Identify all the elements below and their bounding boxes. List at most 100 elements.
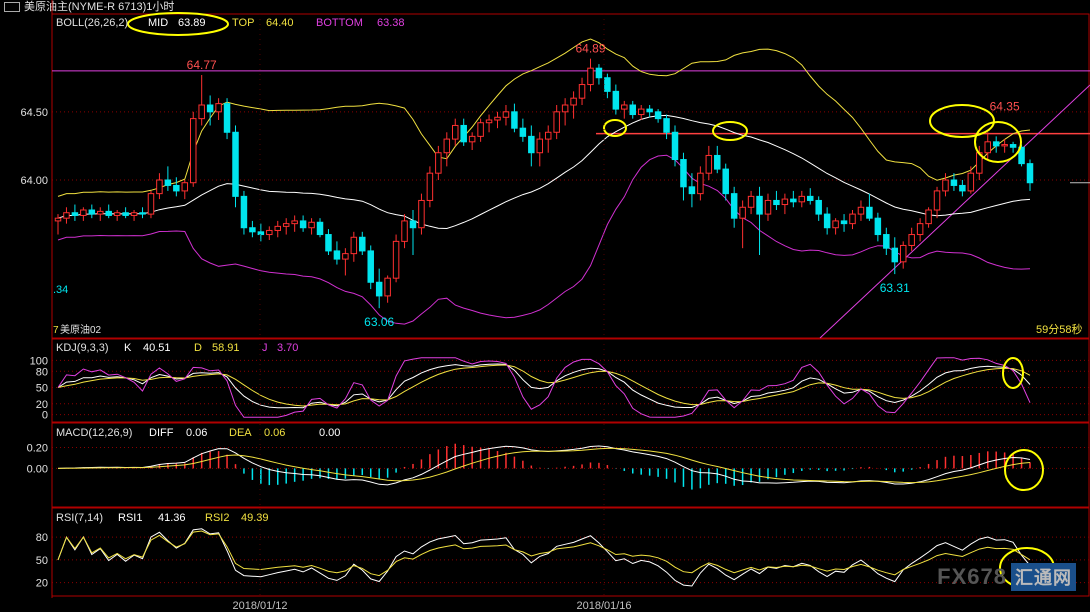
candle-down — [959, 184, 966, 192]
candle-down — [663, 118, 670, 133]
boll-mid-value: 63.89 — [178, 17, 206, 29]
boll-label: BOLL(26,26,2) — [56, 17, 129, 29]
price-annotation: 63.31 — [880, 281, 910, 295]
candle-up — [63, 212, 70, 219]
candle-up — [697, 172, 704, 195]
rsi-ytick-label: 80 — [36, 532, 48, 544]
date-label: 2018/01/12 — [232, 600, 287, 612]
candle-up — [570, 97, 577, 106]
candle-up — [908, 234, 915, 246]
kdj-j-label: J — [262, 342, 268, 354]
candle-up — [291, 220, 298, 225]
candle-up — [502, 111, 510, 118]
boll-top-value: 64.40 — [266, 17, 294, 29]
left-cut-label: .34 — [53, 284, 69, 296]
candle-down — [604, 77, 611, 92]
kdj-k-value: 40.51 — [143, 342, 171, 354]
candle-up — [832, 220, 839, 229]
candle-down — [88, 209, 96, 215]
candle-up — [189, 118, 197, 184]
contract-label: 美原油02 — [60, 325, 102, 336]
candle-down — [806, 195, 814, 201]
candle-up — [54, 217, 62, 222]
candle-down — [375, 281, 383, 297]
kdj-label: KDJ(9,3,3) — [56, 342, 109, 354]
macd-value: 0.00 — [319, 427, 341, 439]
candle-down — [409, 220, 417, 229]
boll-bottom-value: 63.38 — [377, 17, 405, 29]
candle-down — [883, 234, 890, 249]
candle-down — [223, 103, 231, 133]
candle-down — [790, 198, 797, 203]
candle-down — [333, 250, 341, 260]
candle-up — [849, 213, 856, 225]
candle-down — [528, 135, 535, 154]
candle-down — [823, 213, 831, 229]
macd-label: MACD(12,26,9) — [56, 427, 133, 439]
rsi-ytick-label: 50 — [36, 555, 48, 567]
candle-up — [942, 179, 949, 192]
price-annotation: 64.77 — [187, 58, 217, 72]
candle-down — [139, 212, 146, 215]
candle-down — [316, 221, 324, 236]
rsi2-label: RSI2 — [205, 512, 230, 524]
candle-up — [80, 209, 87, 216]
macd-diff-line — [57, 445, 1031, 486]
highlight-circle — [929, 104, 995, 138]
candle-down — [325, 234, 332, 252]
candle-up — [477, 122, 484, 137]
candle-up — [764, 199, 772, 215]
candle-down — [71, 212, 79, 216]
candle-up — [350, 236, 358, 255]
candle-up — [435, 152, 442, 174]
candle-up — [342, 253, 349, 260]
candle-up — [198, 104, 205, 120]
candle-down — [756, 195, 763, 215]
macd-ytick-label: 0.00 — [27, 463, 48, 475]
watermark-cn: 汇通网 — [1011, 563, 1076, 591]
candle-up — [426, 172, 434, 201]
candle-up — [452, 124, 459, 140]
candle-down — [1026, 163, 1034, 184]
candle-up — [705, 154, 713, 174]
boll-mid-band — [57, 114, 1031, 230]
candle-down — [257, 231, 265, 236]
candle-down — [654, 111, 662, 120]
candle-down — [773, 199, 780, 206]
kdj-ytick-label: 0 — [42, 410, 48, 422]
candle-down — [992, 141, 1000, 147]
candle-up — [544, 131, 552, 140]
candle-down — [105, 210, 112, 216]
rsi2-value: 49.39 — [241, 512, 269, 524]
date-label: 2018/01/16 — [576, 600, 631, 612]
macd-ytick-label: 0.20 — [27, 442, 48, 454]
candle-up — [418, 199, 425, 229]
candle-up — [561, 104, 569, 113]
price-annotation: 64.35 — [990, 99, 1020, 113]
candle-down — [173, 184, 180, 192]
candle-up — [747, 195, 755, 208]
candle-down — [646, 108, 653, 113]
countdown-timer: 59分58秒 — [1036, 324, 1083, 336]
rsi1-value: 41.36 — [158, 512, 186, 524]
rsi-label: RSI(7,14) — [56, 512, 104, 524]
candle-down — [206, 104, 214, 113]
kdj-d-label: D — [194, 342, 202, 354]
rsi-ytick-label: 20 — [36, 578, 48, 590]
candle-up — [553, 111, 560, 133]
candle-up — [282, 223, 290, 227]
candle-down — [866, 206, 873, 219]
candle-up — [578, 84, 586, 99]
candle-down — [874, 217, 882, 236]
candle-up — [899, 244, 907, 263]
candle-up — [308, 221, 315, 229]
candle-up — [536, 138, 544, 154]
candle-up — [984, 141, 991, 154]
candle-down — [815, 199, 822, 215]
candle-up — [1001, 144, 1008, 147]
boll-mid-label: MID — [148, 17, 169, 29]
candle-down — [359, 236, 366, 252]
candle-down — [680, 159, 687, 188]
candle-up — [266, 229, 273, 236]
candle-down — [519, 127, 527, 137]
